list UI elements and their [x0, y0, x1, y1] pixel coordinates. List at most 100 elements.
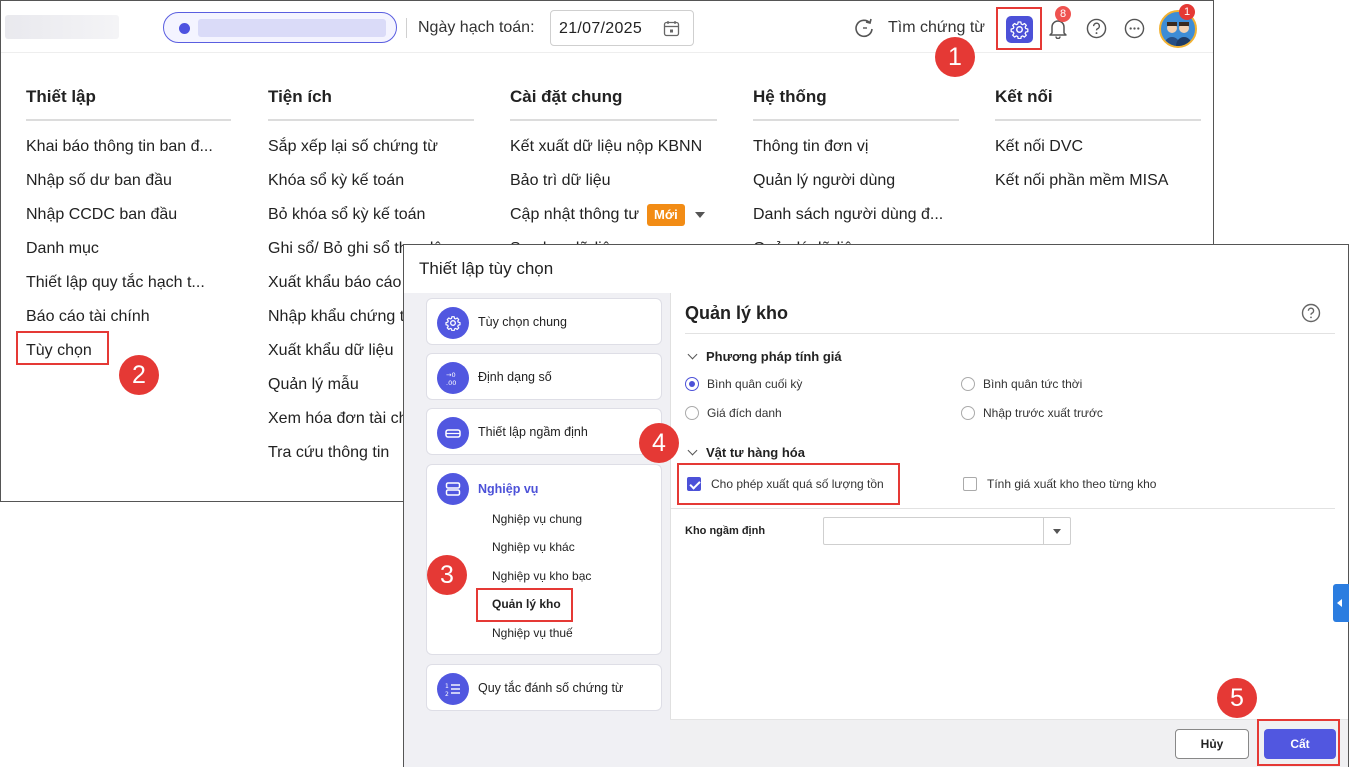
radio-circle [961, 376, 975, 391]
posting-date-input[interactable]: 21/07/2025 [550, 10, 694, 46]
calendar-icon[interactable] [663, 20, 680, 37]
save-highlight [1257, 719, 1340, 766]
menu-item[interactable]: Bảo trì dữ liệu [510, 164, 717, 198]
column-title: Kết nối [995, 87, 1201, 121]
radio-instant-average[interactable]: Bình quân tức thời [961, 376, 1083, 392]
checkbox-box [963, 476, 977, 491]
help-icon[interactable] [1086, 18, 1107, 39]
more-options-icon[interactable] [1124, 18, 1145, 39]
radio-circle [685, 376, 699, 391]
menu-item[interactable]: Khai báo thông tin ban đ... [26, 130, 231, 164]
default-warehouse-label: Kho ngầm định [685, 525, 766, 537]
section-pricing-method[interactable]: Phương pháp tính giá [687, 349, 842, 364]
new-badge: Mới [647, 203, 685, 226]
nav-general-options[interactable]: Tùy chọn chung [426, 298, 662, 345]
menu-item-update-circular[interactable]: Cập nhật thông tư Mới [510, 198, 717, 232]
menu-item[interactable]: Kết xuất dữ liệu nộp KBNN [510, 130, 717, 164]
search-refresh-icon [855, 18, 873, 38]
menu-item[interactable]: Quản lý người dùng [753, 164, 959, 198]
menu-item-label: Cập nhật thông tư [510, 206, 640, 223]
gear-icon [437, 307, 469, 339]
search-voucher-label: Tìm chứng từ [888, 19, 985, 36]
menu-column-connections: Kết nối Kết nối DVC Kết nối phần mềm MIS… [995, 87, 1201, 198]
nav-business[interactable]: Nghiệp vụ Nghiệp vụ chung Nghiệp vụ khác… [426, 464, 662, 655]
step-marker-1: 1 [935, 37, 975, 77]
nav-label: Thiết lập ngầm định [478, 425, 588, 439]
nav-label-active: Nghiệp vụ [478, 482, 539, 496]
svg-text:.00: .00 [446, 379, 456, 386]
nav-numbering-rules[interactable]: 12 Quy tắc đánh số chứng từ [426, 664, 662, 711]
menu-item[interactable]: Sắp xếp lại số chứng từ [268, 130, 474, 164]
settings-highlight [996, 7, 1042, 50]
menu-item[interactable]: Thiết lập quy tắc hạch t... [26, 266, 231, 300]
radio-label: Bình quân tức thời [983, 377, 1083, 391]
options-dialog: Thiết lập tùy chọn Tùy chọn chung →0.00 … [403, 244, 1349, 767]
section-title: Vật tư hàng hóa [706, 445, 805, 460]
nav-subitem[interactable]: Nghiệp vụ chung [492, 512, 582, 526]
section-title: Phương pháp tính giá [706, 349, 842, 364]
menu-item[interactable]: Báo cáo tài chính [26, 300, 231, 334]
svg-text:2: 2 [445, 691, 449, 697]
numbered-list-icon: 12 [437, 673, 469, 705]
menu-item[interactable]: Bỏ khóa sổ kỳ kế toán [268, 198, 474, 232]
chevron-down-icon [687, 445, 698, 456]
svg-text:→0: →0 [446, 371, 456, 379]
menu-item[interactable]: Danh sách người dùng đ... [753, 198, 959, 232]
menu-item[interactable]: Danh mục [26, 232, 231, 266]
column-title: Hệ thống [753, 87, 959, 121]
radio-label: Nhập trước xuất trước [983, 406, 1103, 420]
app-logo[interactable] [5, 15, 119, 39]
radio-circle [685, 405, 699, 420]
nav-subitem[interactable]: Nghiệp vụ thuế [492, 626, 573, 640]
nav-label: Định dạng số [478, 370, 552, 384]
allow-over-stock-highlight [677, 463, 900, 505]
column-title: Tiện ích [268, 87, 474, 121]
menu-item[interactable]: Kết nối DVC [995, 130, 1201, 164]
options-nav: Tùy chọn chung →0.00 Định dạng số Thiết … [404, 293, 670, 767]
nav-subitem[interactable]: Nghiệp vụ kho bạc [492, 569, 591, 583]
default-warehouse-select[interactable] [823, 517, 1071, 545]
checkbox-price-by-warehouse[interactable]: Tính giá xuất kho theo từng kho [963, 476, 1156, 492]
posting-date-label: Ngày hạch toán: [418, 19, 535, 36]
divider [406, 18, 407, 38]
warehouse-nav-highlight [476, 588, 573, 622]
chevron-down-icon[interactable] [694, 211, 705, 218]
radio-fifo[interactable]: Nhập trước xuất trước [961, 405, 1103, 421]
menu-item[interactable]: Nhập số dư ban đầu [26, 164, 231, 198]
menu-column-system: Hệ thống Thông tin đơn vị Quản lý người … [753, 87, 959, 266]
menu-item[interactable]: Khóa sổ kỳ kế toán [268, 164, 474, 198]
posting-date-value: 21/07/2025 [559, 20, 643, 37]
step-marker-2: 2 [119, 355, 159, 395]
divider [685, 333, 1335, 334]
unit-selector[interactable] [163, 12, 397, 43]
menu-column-general-settings: Cài đặt chung Kết xuất dữ liệu nộp KBNN … [510, 87, 717, 266]
menu-item[interactable]: Thông tin đơn vị [753, 130, 959, 164]
section-materials[interactable]: Vật tư hàng hóa [687, 445, 805, 460]
gear-icon [1010, 21, 1029, 39]
chevron-down-icon[interactable] [1043, 518, 1070, 544]
nav-label: Tùy chọn chung [478, 315, 567, 329]
step-marker-4: 4 [639, 423, 679, 463]
help-icon[interactable] [1301, 303, 1321, 323]
menu-column-setup: Thiết lập Khai báo thông tin ban đ... Nh… [26, 87, 231, 368]
avatar-badge: 1 [1179, 4, 1195, 20]
nav-subitem[interactable]: Nghiệp vụ khác [492, 540, 575, 554]
radio-label: Giá đích danh [707, 406, 782, 420]
unit-name-redacted [198, 19, 386, 37]
step-marker-5: 5 [1217, 678, 1257, 718]
panel-title: Quản lý kho [685, 303, 789, 323]
menu-item[interactable]: Nhập CCDC ban đầu [26, 198, 231, 232]
radio-period-average[interactable]: Bình quân cuối kỳ [685, 376, 802, 392]
settings-button[interactable] [1006, 16, 1033, 43]
drive-icon [437, 417, 469, 449]
top-bar: Ngày hạch toán: 21/07/2025 Tìm chứng từ … [1, 1, 1213, 53]
svg-text:1: 1 [445, 683, 449, 690]
nav-number-format[interactable]: →0.00 Định dạng số [426, 353, 662, 400]
column-title: Cài đặt chung [510, 87, 717, 121]
radio-specific-price[interactable]: Giá đích danh [685, 405, 782, 421]
nav-default-settings[interactable]: Thiết lập ngầm định [426, 408, 662, 455]
cancel-button[interactable]: Hủy [1175, 729, 1249, 759]
side-panel-toggle[interactable] [1333, 584, 1349, 622]
menu-item[interactable]: Kết nối phần mềm MISA [995, 164, 1201, 198]
layers-icon [437, 473, 469, 505]
